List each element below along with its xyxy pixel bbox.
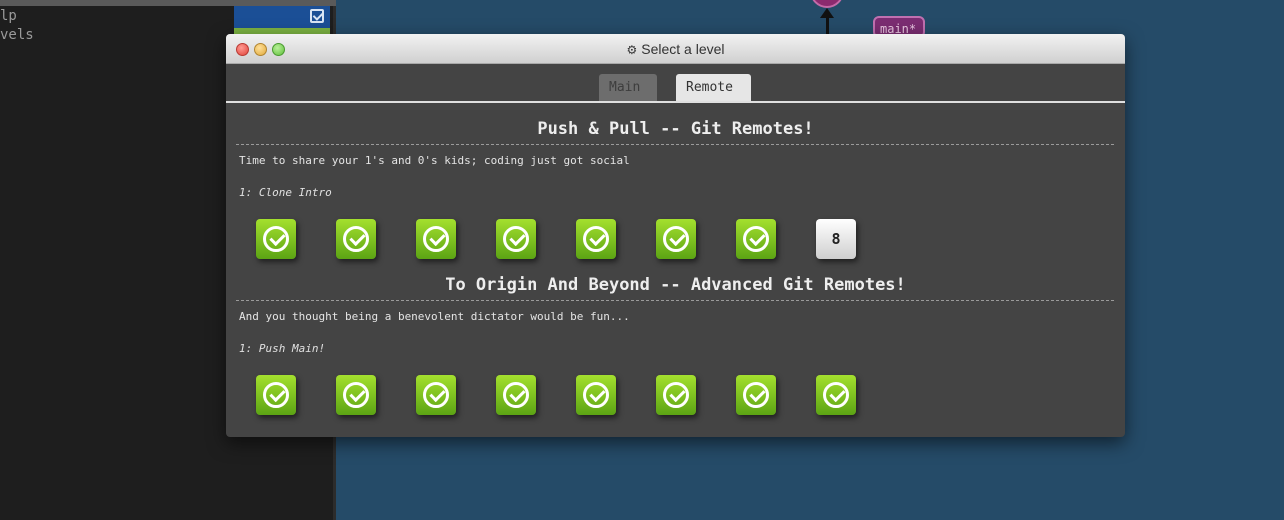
selected-level-name: 1: Push Main! xyxy=(239,342,326,355)
level-button-completed[interactable] xyxy=(496,219,536,259)
section-title: To Origin And Beyond -- Advanced Git Rem… xyxy=(445,275,906,295)
level-list: 8 xyxy=(256,219,876,261)
commit-node xyxy=(810,0,844,8)
level-button-completed[interactable] xyxy=(416,375,456,415)
level-select-window: ⚙ Select a level Main Remote Push & Pull … xyxy=(226,34,1125,437)
level-button-completed[interactable] xyxy=(256,219,296,259)
level-button-completed[interactable] xyxy=(656,375,696,415)
level-button-completed[interactable] xyxy=(336,219,376,259)
level-button-completed[interactable] xyxy=(736,219,776,259)
level-button-completed[interactable] xyxy=(656,219,696,259)
check-circle-icon xyxy=(743,382,769,408)
terminal-line: lp xyxy=(0,8,17,24)
selected-level-name: 1: Clone Intro xyxy=(239,186,332,199)
check-circle-icon xyxy=(663,382,689,408)
level-button-completed[interactable] xyxy=(816,375,856,415)
check-circle-icon xyxy=(263,226,289,252)
check-circle-icon xyxy=(663,226,689,252)
tab-divider xyxy=(226,101,1125,103)
section-description: And you thought being a benevolent dicta… xyxy=(239,310,630,323)
check-circle-icon xyxy=(583,382,609,408)
window-title-wrap: ⚙ Select a level xyxy=(226,41,1125,57)
window-title: Select a level xyxy=(641,41,725,57)
level-number: 8 xyxy=(831,230,841,248)
section-description: Time to share your 1's and 0's kids; cod… xyxy=(239,154,630,167)
checkbox-icon xyxy=(310,9,324,23)
level-tabs: Main Remote xyxy=(226,74,1125,102)
level-indicator[interactable] xyxy=(234,6,330,28)
check-circle-icon xyxy=(263,382,289,408)
commit-edge xyxy=(826,14,829,36)
terminal-line: vels xyxy=(0,27,34,43)
level-button-completed[interactable] xyxy=(736,375,776,415)
check-circle-icon xyxy=(423,226,449,252)
window-titlebar: ⚙ Select a level xyxy=(226,34,1125,64)
section-title: Push & Pull -- Git Remotes! xyxy=(537,119,814,139)
section-divider xyxy=(236,144,1114,145)
section-divider xyxy=(236,300,1114,301)
check-circle-icon xyxy=(503,226,529,252)
check-circle-icon xyxy=(583,226,609,252)
level-button-completed[interactable] xyxy=(416,219,456,259)
check-circle-icon xyxy=(503,382,529,408)
tab-main[interactable]: Main xyxy=(599,74,657,102)
level-button-completed[interactable] xyxy=(496,375,536,415)
check-circle-icon xyxy=(423,382,449,408)
level-button-completed[interactable] xyxy=(256,375,296,415)
level-button-completed[interactable] xyxy=(336,375,376,415)
check-circle-icon xyxy=(343,382,369,408)
level-button-completed[interactable] xyxy=(576,219,616,259)
check-circle-icon xyxy=(343,226,369,252)
check-circle-icon xyxy=(743,226,769,252)
tab-remote[interactable]: Remote xyxy=(676,74,751,102)
level-list xyxy=(256,375,876,417)
gear-icon: ⚙ xyxy=(626,43,638,57)
level-button-completed[interactable] xyxy=(576,375,616,415)
level-button-incomplete[interactable]: 8 xyxy=(816,219,856,259)
check-circle-icon xyxy=(823,382,849,408)
